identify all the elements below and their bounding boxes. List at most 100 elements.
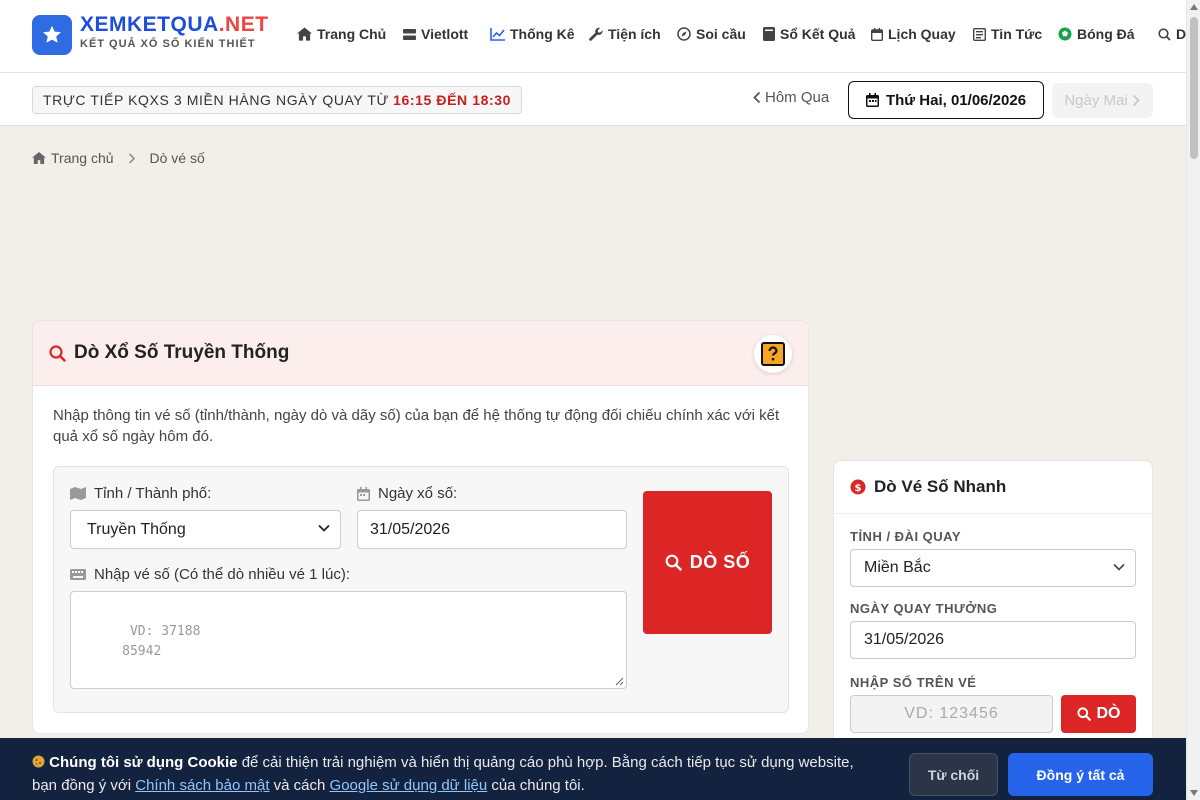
check-form: Tỉnh / Thành phố: Truyền Thống Ngày xổ s…: [53, 466, 789, 713]
google-data-link[interactable]: Google sử dụng dữ liệu: [330, 777, 488, 794]
search-icon: [1158, 27, 1171, 41]
live-schedule-pill: TRỰC TIẾP KQXS 3 MIỀN HÀNG NGÀY QUAY TỪ …: [32, 86, 523, 114]
province-label: Tỉnh / Thành phố:: [70, 485, 211, 502]
cookie-icon: [32, 753, 45, 775]
chevron-right-icon: [128, 152, 135, 164]
cookie-title: Chúng tôi sử dụng Cookie: [49, 754, 238, 771]
nav-trang-chu[interactable]: Trang Chủ: [297, 26, 386, 42]
nav-label: Bóng Đá: [1077, 26, 1135, 42]
quick-check-card: $ Dò Vé Số Nhanh TỈNH / ĐÀI QUAY Miền Bắ…: [833, 460, 1153, 750]
dollar-badge-icon: $: [850, 479, 866, 495]
nav-search[interactable]: D: [1158, 26, 1186, 42]
privacy-policy-link[interactable]: Chính sách bảo mật: [135, 777, 269, 794]
nav-label: Tiện ích: [608, 26, 661, 42]
draw-date-input[interactable]: 31/05/2026: [357, 510, 627, 549]
resize-grip-icon[interactable]: [615, 677, 624, 686]
question-block-icon: [754, 335, 792, 373]
newspaper-icon: [973, 27, 986, 41]
breadcrumb-current: Dò vé số: [149, 150, 205, 166]
breadcrumb: Trang chủ Dò vé số: [32, 150, 205, 166]
current-date-label: Thứ Hai, 01/06/2026: [885, 91, 1027, 109]
card-header: Dò Xổ Số Truyền Thống: [33, 321, 808, 386]
scrollbar-thumb[interactable]: [1190, 17, 1198, 159]
check-submit-label: DÒ SỐ: [689, 552, 751, 572]
nav-label: Soi cầu: [696, 26, 746, 42]
nav-tin-tuc[interactable]: Tin Tức: [973, 26, 1042, 42]
region-label: TỈNH / ĐÀI QUAY: [850, 529, 962, 544]
scroll-up-icon[interactable]: [1190, 4, 1198, 10]
brand-name: XEMKETQUA: [80, 13, 219, 36]
scroll-down-icon[interactable]: [1190, 790, 1198, 796]
next-day-label: Ngày Mai: [1064, 92, 1128, 109]
cookie-text-3: của chúng tôi.: [491, 777, 585, 794]
chevron-left-icon: [753, 91, 761, 104]
nav-label: Lịch Quay: [888, 26, 956, 42]
nav-label: Trang Chủ: [317, 26, 387, 42]
quick-check-button[interactable]: DÒ: [1061, 695, 1136, 733]
logo-star-icon[interactable]: [32, 15, 72, 55]
cookie-accept-button[interactable]: Đồng ý tất cả: [1008, 753, 1153, 796]
cookie-message: Chúng tôi sử dụng Cookie để cải thiện tr…: [32, 752, 882, 797]
brand-suffix: .NET: [218, 13, 269, 36]
breadcrumb-home[interactable]: Trang chủ: [32, 150, 114, 166]
card-description: Nhập thông tin vé số (tỉnh/thành, ngày d…: [53, 407, 780, 445]
chart-line-icon: [490, 27, 505, 41]
nav-tien-ich[interactable]: Tiện ích: [589, 26, 661, 42]
calendar-icon: [871, 27, 883, 41]
live-time: 16:15 ĐẾN 18:30: [393, 92, 512, 108]
tickets-label-text: Nhập vé số (Có thể dò nhiều vé 1 lúc):: [94, 566, 350, 583]
ticket-number-label: NHẬP SỐ TRÊN VÉ: [850, 675, 977, 690]
server-icon: [403, 28, 416, 40]
nav-so-ket-qua[interactable]: Sổ Kết Quả: [763, 26, 855, 42]
cookie-accept-label: Đồng ý tất cả: [1036, 766, 1125, 783]
nav-label: Vietlott: [421, 26, 469, 42]
chevron-down-icon: [1113, 563, 1125, 571]
chevron-down-icon: [318, 524, 330, 532]
nav-bong-da[interactable]: Bóng Đá: [1058, 26, 1135, 42]
date-label: Ngày xổ số:: [357, 485, 457, 502]
tickets-textarea[interactable]: VD: 37188 85942: [70, 591, 627, 689]
nav-vietlott[interactable]: Vietlott: [403, 26, 468, 42]
check-submit-button[interactable]: DÒ SỐ: [643, 491, 772, 634]
search-icon: [1076, 707, 1091, 721]
compass-icon: [677, 27, 691, 41]
ticket-number-placeholder: VD: 123456: [904, 705, 999, 722]
ticket-number-input[interactable]: VD: 123456: [850, 695, 1053, 733]
nav-lich-quay[interactable]: Lịch Quay: [871, 26, 956, 42]
nav-thong-ke[interactable]: Thống Kê: [490, 26, 575, 42]
cookie-text-2: và cách: [273, 777, 326, 794]
quick-check-label: DÒ: [1096, 705, 1121, 722]
top-navbar: XEMKETQUA.NET KẾT QUẢ XỔ SỐ KIẾN THIẾT T…: [0, 0, 1186, 73]
side-card-header: $ Dò Vé Số Nhanh: [834, 461, 1152, 514]
previous-day-label: Hôm Qua: [765, 89, 830, 106]
region-select[interactable]: Miền Bắc: [850, 549, 1136, 587]
next-day-button[interactable]: Ngày Mai: [1052, 83, 1153, 118]
search-icon: [665, 554, 682, 571]
page-scrollbar[interactable]: [1186, 0, 1200, 800]
region-select-value: Miền Bắc: [864, 559, 931, 576]
football-icon: [1058, 27, 1072, 41]
book-icon: [763, 27, 775, 41]
prize-date-value: 31/05/2026: [864, 631, 945, 648]
cookie-reject-button[interactable]: Từ chối: [909, 753, 998, 796]
svg-text:$: $: [855, 483, 862, 494]
wrench-icon: [589, 27, 603, 41]
province-select[interactable]: Truyền Thống: [70, 510, 341, 549]
prize-date-input[interactable]: 31/05/2026: [850, 621, 1136, 659]
draw-date-value: 31/05/2026: [370, 520, 451, 538]
nav-soi-cau[interactable]: Soi cầu: [677, 26, 746, 42]
previous-day-button[interactable]: Hôm Qua: [752, 89, 829, 106]
card-title: Dò Xổ Số Truyền Thống: [74, 342, 290, 363]
side-card-title: Dò Vé Số Nhanh: [874, 477, 1007, 496]
brand-tagline: KẾT QUẢ XỔ SỐ KIẾN THIẾT: [80, 38, 256, 50]
date-label-text: Ngày xổ số:: [378, 485, 458, 502]
province-label-text: Tỉnh / Thành phố:: [94, 485, 212, 502]
nav-label: Tin Tức: [991, 26, 1043, 42]
province-select-value: Truyền Thống: [87, 520, 186, 538]
live-date-bar: TRỰC TIẾP KQXS 3 MIỀN HÀNG NGÀY QUAY TỪ …: [0, 73, 1186, 126]
nav-label: D: [1176, 26, 1187, 42]
current-date-button[interactable]: Thứ Hai, 01/06/2026: [848, 81, 1044, 119]
breadcrumb-home-label: Trang chủ: [51, 150, 114, 166]
tickets-placeholder: VD: 37188 85942: [122, 624, 201, 659]
logo[interactable]: XEMKETQUA.NET KẾT QUẢ XỔ SỐ KIẾN THIẾT: [80, 13, 269, 50]
